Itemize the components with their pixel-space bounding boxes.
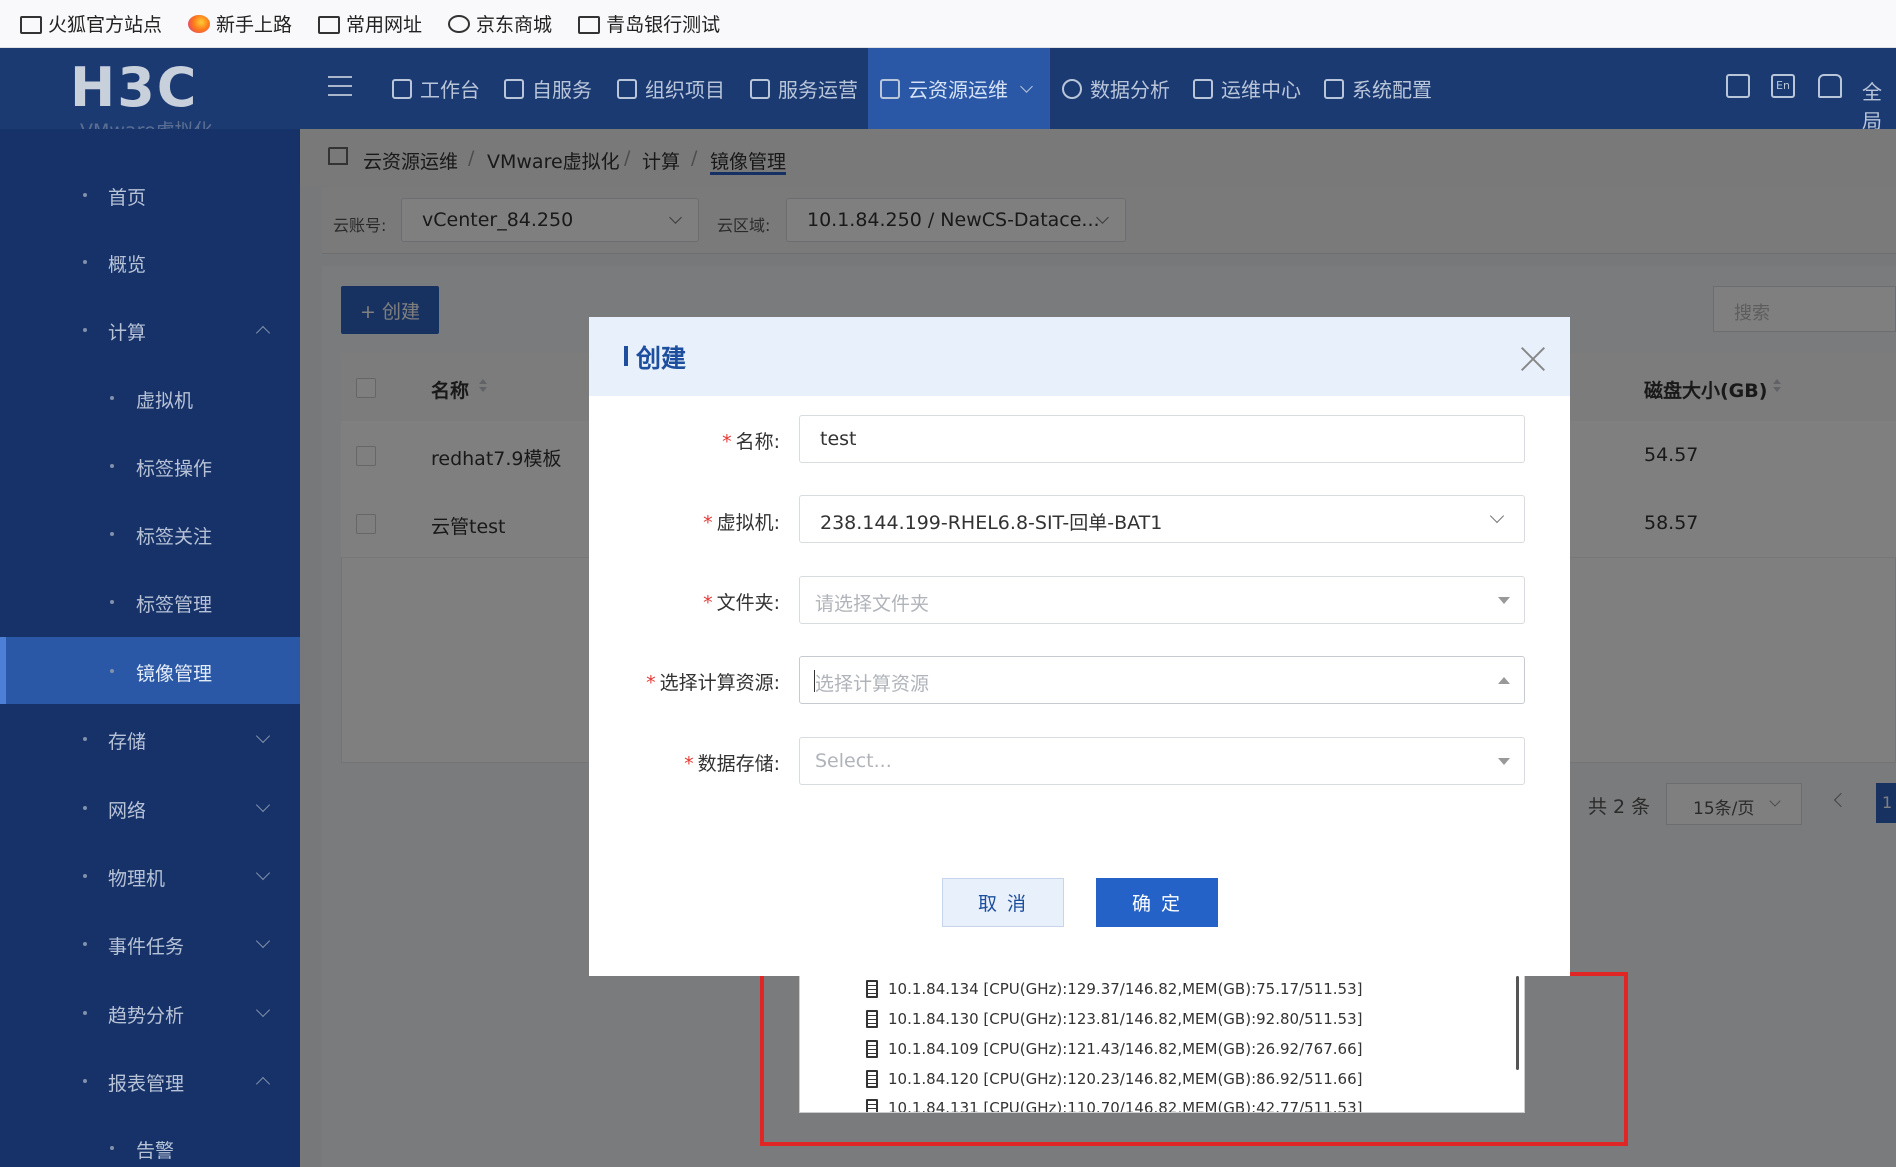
chevron-down-icon (255, 1002, 271, 1018)
dialog-title: 创建 (636, 344, 687, 373)
cancel-button[interactable]: 取 消 (942, 878, 1064, 927)
close-icon[interactable] (1519, 345, 1547, 373)
chevron-up-icon (255, 1076, 271, 1092)
nav-system-config[interactable]: 系统配置 (1324, 48, 1432, 129)
history-icon[interactable] (1726, 74, 1750, 98)
user-icon (504, 78, 524, 99)
datastore-label: * 数据存储: (684, 753, 780, 775)
sidebar-item-vm[interactable]: 虚拟机 (0, 368, 300, 428)
bookmarks-bar: 火狐官方站点 新手上路 常用网址 京东商城 青岛银行测试 (0, 0, 1896, 48)
firefox-icon (188, 14, 211, 33)
sidebar-partial-item: VMware虚拟化 (80, 116, 213, 129)
compute-resource-label: * 选择计算资源: (646, 672, 780, 694)
title-marker (624, 346, 628, 366)
sidebar-item-physical[interactable]: 物理机 (0, 846, 300, 906)
home-icon (392, 78, 412, 99)
nav-self-service[interactable]: 自服务 (504, 48, 592, 129)
bookmark-item[interactable]: 京东商城 (448, 10, 552, 37)
sidebar-item-compute[interactable]: 计算 (0, 300, 300, 360)
highlight-box (760, 972, 1628, 1146)
bookmark-item[interactable]: 青岛银行测试 (578, 10, 720, 37)
monitor-icon (1193, 78, 1213, 99)
folder-icon (578, 15, 601, 34)
chevron-down-icon (1020, 80, 1033, 93)
chevron-down-icon (255, 728, 271, 744)
folder-icon (318, 15, 341, 34)
menu-toggle-icon[interactable] (328, 76, 352, 98)
name-input[interactable]: test (799, 415, 1525, 463)
logo: H3C (70, 56, 199, 119)
confirm-button[interactable]: 确 定 (1096, 878, 1218, 927)
dialog-header (589, 317, 1570, 396)
vm-select[interactable]: 238.144.199-RHEL6.8-SIT-回单-BAT1 (799, 495, 1525, 543)
pie-icon (1062, 78, 1082, 99)
sidebar-item-network[interactable]: 网络 (0, 778, 300, 838)
chevron-down-icon (1489, 508, 1505, 524)
bookmark-item[interactable]: 新手上路 (188, 10, 292, 37)
nav-service-ops[interactable]: 服务运营 (750, 48, 858, 129)
caret-down-icon (1498, 597, 1510, 604)
nav-org-projects[interactable]: 组织项目 (617, 48, 725, 129)
cloud-ops-icon (880, 78, 900, 99)
sidebar-item-tag-follow[interactable]: 标签关注 (0, 504, 300, 564)
name-label: * 名称: (722, 431, 780, 453)
chevron-down-icon (255, 865, 271, 881)
caret-up-icon (1498, 677, 1510, 684)
language-icon[interactable]: En (1771, 74, 1795, 98)
theme-icon[interactable] (1818, 74, 1842, 98)
sidebar-item-reports[interactable]: 报表管理 (0, 1051, 300, 1111)
sidebar-item-overview[interactable]: 概览 (0, 232, 300, 292)
settings-icon (1324, 78, 1344, 99)
text-cursor (814, 670, 815, 692)
nav-data-analysis[interactable]: 数据分析 (1062, 48, 1170, 129)
sidebar-item-tag-ops[interactable]: 标签操作 (0, 436, 300, 496)
layers-icon (617, 78, 637, 99)
folder-label: * 文件夹: (703, 592, 780, 614)
global-label[interactable]: 全局 (1862, 76, 1896, 134)
folder-icon (20, 15, 42, 34)
bookmark-item[interactable]: 火狐官方站点 (20, 10, 162, 37)
sidebar-item-events[interactable]: 事件任务 (0, 914, 300, 974)
bookmark-item[interactable]: 常用网址 (318, 10, 422, 37)
vm-label: * 虚拟机: (703, 512, 780, 534)
chevron-down-icon (255, 933, 271, 949)
caret-down-icon (1498, 758, 1510, 765)
globe-icon (448, 14, 471, 33)
sidebar-item-alarm[interactable]: 告警 (0, 1118, 300, 1167)
datastore-select[interactable]: Select... (799, 737, 1525, 785)
nav-ops-center[interactable]: 运维中心 (1193, 48, 1301, 129)
sidebar-item-image-manage[interactable]: 镜像管理 (0, 637, 300, 704)
chevron-down-icon (255, 797, 271, 813)
compute-resource-select[interactable]: 选择计算资源 (799, 656, 1525, 704)
folder-select[interactable]: 请选择文件夹 (799, 576, 1525, 624)
nav-workbench[interactable]: 工作台 (392, 48, 480, 129)
sidebar-item-home[interactable]: 首页 (0, 165, 300, 225)
service-icon (750, 78, 770, 99)
chevron-up-icon (255, 325, 271, 341)
sidebar-item-tag-manage[interactable]: 标签管理 (0, 572, 300, 632)
sidebar-item-trends[interactable]: 趋势分析 (0, 983, 300, 1043)
nav-cloud-ops[interactable]: 云资源运维 (868, 48, 1050, 129)
sidebar-item-storage[interactable]: 存储 (0, 709, 300, 769)
